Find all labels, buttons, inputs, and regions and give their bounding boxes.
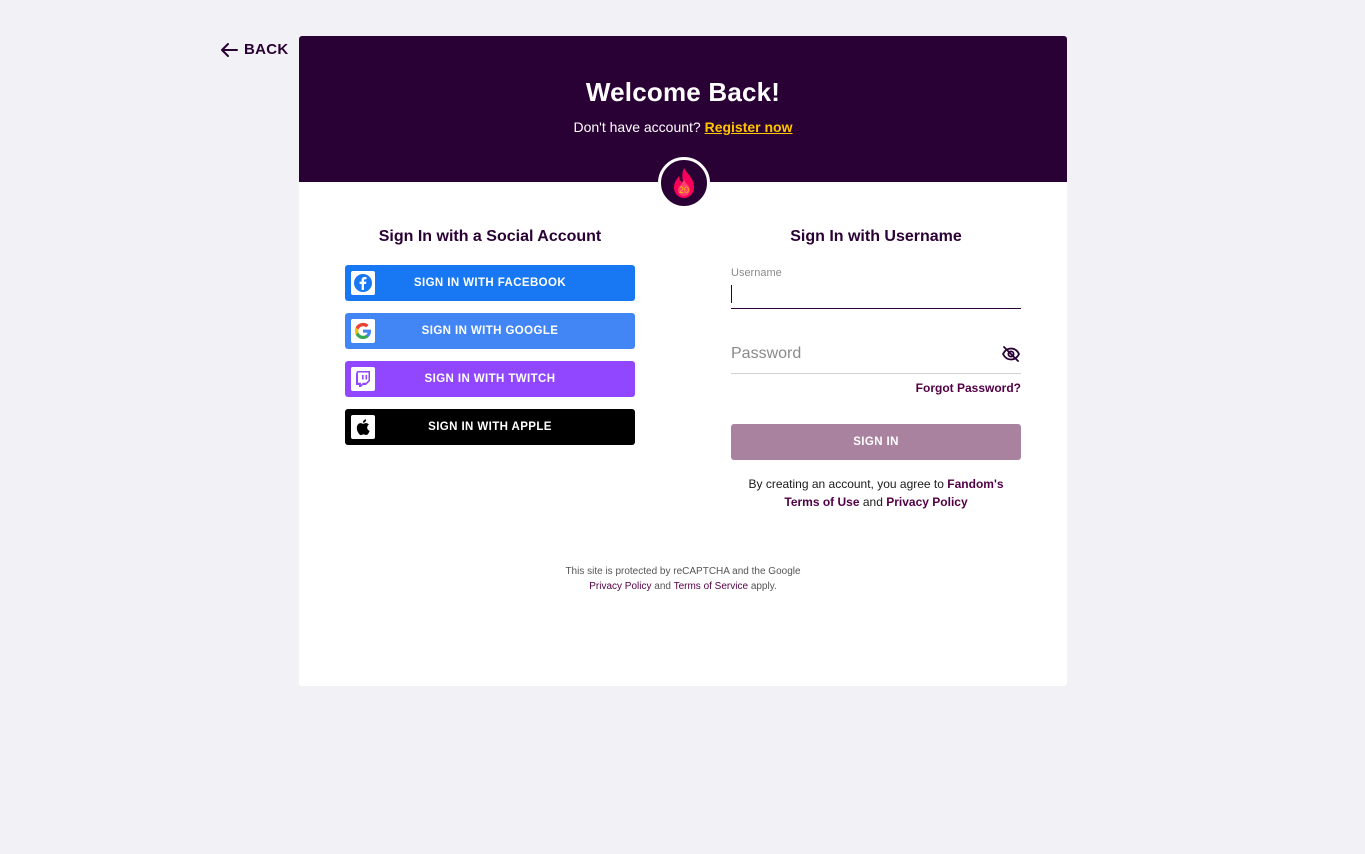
forgot-password-link[interactable]: Forgot Password? (731, 381, 1021, 395)
flame-icon: 20 (674, 168, 694, 198)
username-section-title: Sign In with Username (790, 228, 962, 245)
arrow-left-icon (220, 42, 238, 58)
register-link[interactable]: Register now (705, 119, 793, 135)
twitch-icon (351, 367, 375, 391)
password-input[interactable] (731, 337, 991, 371)
terms-of-use-link[interactable]: Terms of Use (784, 495, 859, 509)
social-buttons: SIGN IN WITH FACEBOOK SIGN IN WITH GOOGL… (345, 265, 635, 457)
back-button[interactable]: BACK (220, 41, 289, 58)
google-icon (351, 319, 375, 343)
facebook-button-label: SIGN IN WITH FACEBOOK (413, 277, 567, 289)
recaptcha-and: and (654, 581, 671, 592)
google-button-label: SIGN IN WITH GOOGLE (421, 325, 559, 337)
back-label: BACK (244, 41, 289, 58)
register-prompt: Don't have account? Register now (299, 119, 1067, 135)
eye-off-icon[interactable] (1001, 345, 1021, 368)
apple-button-label: SIGN IN WITH APPLE (428, 421, 552, 433)
apple-icon (351, 415, 375, 439)
register-prompt-text: Don't have account? (573, 119, 701, 135)
username-signin-form: Username Forgot Password? SIGN IN By cre… (731, 265, 1021, 511)
password-field (731, 337, 1021, 374)
page-title: Welcome Back! (585, 77, 781, 107)
google-terms-link[interactable]: Terms of Service (674, 581, 748, 592)
welcome-header: Welcome Back! Don't have account? Regist… (299, 36, 1067, 209)
google-signin-button[interactable]: SIGN IN WITH GOOGLE (345, 313, 635, 349)
signin-card: Welcome Back! Don't have account? Regist… (299, 36, 1067, 686)
username-label: Username (731, 267, 782, 279)
facebook-signin-button[interactable]: SIGN IN WITH FACEBOOK (345, 265, 635, 301)
privacy-policy-link[interactable]: Privacy Policy (886, 495, 967, 509)
terms-notice: By creating an account, you agree to Fan… (731, 475, 1021, 511)
social-section-title: Sign In with a Social Account (378, 228, 602, 245)
google-privacy-link[interactable]: Privacy Policy (589, 581, 651, 592)
recaptcha-notice: This site is protected by reCAPTCHA and … (299, 564, 1067, 594)
recaptcha-apply: apply. (750, 581, 777, 592)
recaptcha-line1: This site is protected by reCAPTCHA and … (565, 566, 801, 577)
username-input[interactable] (731, 279, 1021, 309)
sign-in-button[interactable]: SIGN IN (731, 424, 1021, 460)
apple-signin-button[interactable]: SIGN IN WITH APPLE (345, 409, 635, 445)
badge-number: 20 (679, 185, 689, 195)
text-caret (731, 285, 732, 303)
terms-and: and (862, 495, 883, 509)
fandom-brand-link[interactable]: Fandom's (947, 477, 1003, 491)
facebook-icon (351, 271, 375, 295)
twitch-button-label: SIGN IN WITH TWITCH (424, 373, 556, 385)
twitch-signin-button[interactable]: SIGN IN WITH TWITCH (345, 361, 635, 397)
terms-prefix: By creating an account, you agree to (748, 477, 944, 491)
fandom-anniversary-badge: 20 (658, 157, 710, 209)
